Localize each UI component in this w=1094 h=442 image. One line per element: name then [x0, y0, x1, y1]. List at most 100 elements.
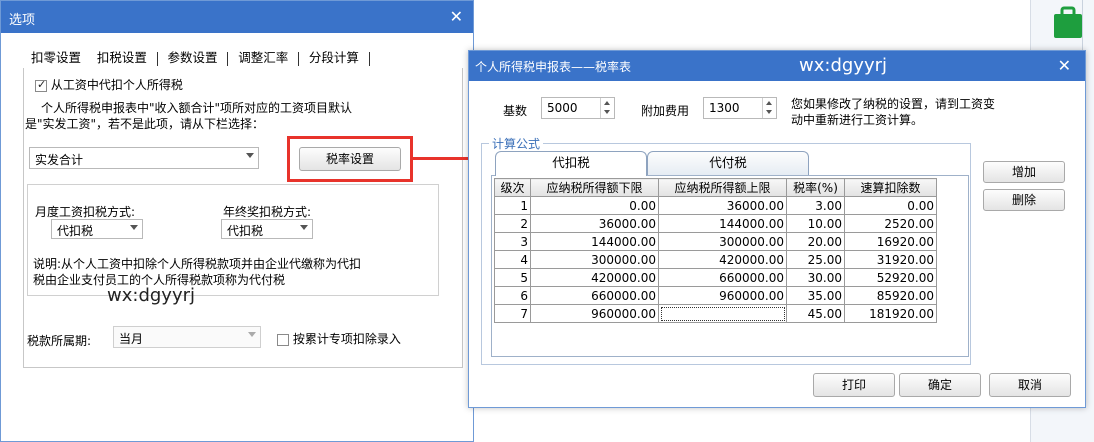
table-row[interactable]: 6 660000.00 960000.00 35.00 85920.00: [494, 286, 937, 305]
income-item-select[interactable]: 实发合计: [29, 147, 259, 169]
period-value: 当月: [119, 332, 144, 346]
monthly-method-select[interactable]: 代扣税: [51, 219, 143, 239]
table-cell[interactable]: 36000.00: [658, 196, 787, 215]
cumulative-row[interactable]: 按累计专项扣除录入: [277, 330, 401, 347]
watermark-text: wx:dgyyrj: [107, 285, 195, 306]
table-cell[interactable]: 45.00: [786, 304, 845, 323]
table-cell[interactable]: 36000.00: [530, 214, 659, 233]
delete-button[interactable]: 删除: [983, 189, 1065, 211]
table-cell[interactable]: 7: [494, 304, 531, 323]
period-label: 税款所属期:: [27, 334, 92, 348]
table-cell[interactable]: 660000.00: [530, 286, 659, 305]
hint-line-2: 动中重新进行工资计算。: [791, 113, 924, 127]
close-icon[interactable]: ✕: [1058, 56, 1071, 75]
tab-separator: [156, 51, 158, 66]
base-value: 5000: [547, 101, 578, 115]
hint-line-1: 您如果修改了纳税的设置，请到工资变: [791, 97, 996, 111]
close-icon[interactable]: ✕: [450, 7, 463, 26]
table-cell[interactable]: 2520.00: [844, 214, 937, 233]
table-cell[interactable]: 3.00: [786, 196, 845, 215]
dropdown-arrow-icon: [246, 153, 254, 158]
add-button[interactable]: 增加: [983, 161, 1065, 183]
table-cell[interactable]: 300000.00: [658, 232, 787, 251]
table-cell[interactable]: 3: [494, 232, 531, 251]
deduct-tax-checkbox[interactable]: [35, 78, 47, 92]
table-cell[interactable]: 420000.00: [658, 250, 787, 269]
tab-paid-tax[interactable]: 代付税: [647, 151, 809, 175]
base-input[interactable]: 5000: [541, 97, 615, 119]
period-select[interactable]: 当月: [113, 326, 261, 348]
col-upper-limit[interactable]: 应纳税所得额上限: [658, 178, 787, 197]
table-cell[interactable]: 20.00: [786, 232, 845, 251]
table-cell[interactable]: 16920.00: [844, 232, 937, 251]
col-tax-rate[interactable]: 税率(%): [786, 178, 845, 197]
table-cell[interactable]: 4: [494, 250, 531, 269]
rate-table: 级次 应纳税所得额下限 应纳税所得额上限 税率(%) 速算扣除数 1 0.00 36…: [494, 178, 937, 323]
note-line-1: 个人所得税申报表中"收入额合计"项所对应的工资项目默认: [41, 101, 353, 115]
col-level[interactable]: 级次: [494, 178, 531, 197]
table-cell[interactable]: 10.00: [786, 214, 845, 233]
table-row[interactable]: 7 960000.00 45.00 181920.00: [494, 304, 937, 323]
income-item-value: 实发合计: [35, 153, 84, 167]
table-cell[interactable]: 960000.00: [658, 286, 787, 305]
table-cell[interactable]: 30.00: [786, 268, 845, 287]
highlight-box: [287, 136, 413, 182]
table-cell[interactable]: 300000.00: [530, 250, 659, 269]
table-cell[interactable]: 6: [494, 286, 531, 305]
table-cell[interactable]: 420000.00: [530, 268, 659, 287]
cancel-button[interactable]: 取消: [989, 373, 1071, 397]
options-dialog: 选项 ✕ 扣零设置 扣税设置 参数设置 调整汇率 分段计算 从工资中代扣个人所得…: [0, 0, 474, 442]
extra-cost-label: 附加费用: [641, 104, 690, 118]
tab-exchange-rate[interactable]: 调整汇率: [232, 47, 294, 69]
table-cell[interactable]: 181920.00: [844, 304, 937, 323]
col-quick-deduction[interactable]: 速算扣除数: [844, 178, 937, 197]
table-cell[interactable]: 52920.00: [844, 268, 937, 287]
cumulative-checkbox[interactable]: [277, 333, 289, 346]
table-cell[interactable]: 144000.00: [658, 214, 787, 233]
col-lower-limit[interactable]: 应纳税所得额下限: [530, 178, 659, 197]
table-row[interactable]: 4 300000.00 420000.00 25.00 31920.00: [494, 250, 937, 269]
dropdown-arrow-icon: [248, 332, 256, 337]
table-row[interactable]: 1 0.00 36000.00 3.00 0.00: [494, 196, 937, 215]
tab-tax[interactable]: 扣税设置: [91, 47, 153, 69]
table-cell[interactable]: 144000.00: [530, 232, 659, 251]
annual-method-select[interactable]: 代扣税: [221, 219, 313, 239]
table-cell[interactable]: 960000.00: [530, 304, 659, 323]
dropdown-arrow-icon: [130, 225, 138, 230]
dropdown-arrow-icon: [300, 225, 308, 230]
deduct-tax-row[interactable]: 从工资中代扣个人所得税: [35, 76, 183, 93]
monthly-method-value: 代扣税: [57, 224, 94, 238]
table-cell[interactable]: [658, 304, 787, 323]
tab-separator: [227, 51, 229, 66]
watermark-text: wx:dgyyrj: [799, 55, 887, 76]
cumulative-label: 按累计专项扣除录入: [292, 332, 401, 346]
briefcase-icon[interactable]: [1052, 6, 1084, 40]
table-cell[interactable]: 5: [494, 268, 531, 287]
note-line-2: 是"实发工资"，若不是此项，请从下栏选择：: [25, 117, 265, 131]
ok-button[interactable]: 确定: [899, 373, 981, 397]
table-cell[interactable]: 660000.00: [658, 268, 787, 287]
table-cell[interactable]: 2: [494, 214, 531, 233]
deduct-tax-label: 从工资中代扣个人所得税: [50, 78, 183, 92]
table-row[interactable]: 3 144000.00 300000.00 20.00 16920.00: [494, 232, 937, 251]
print-button[interactable]: 打印: [813, 373, 895, 397]
table-cell[interactable]: 1: [494, 196, 531, 215]
spinner-arrows-icon[interactable]: [762, 98, 776, 118]
table-cell[interactable]: 0.00: [530, 196, 659, 215]
table-header-row: 级次 应纳税所得额下限 应纳税所得额上限 税率(%) 速算扣除数: [494, 178, 937, 197]
spinner-arrows-icon[interactable]: [600, 98, 614, 118]
table-cell[interactable]: 0.00: [844, 196, 937, 215]
tab-segment-calc[interactable]: 分段计算: [303, 47, 365, 69]
extra-cost-input[interactable]: 1300: [703, 97, 777, 119]
tab-withhold-tax[interactable]: 代扣税: [495, 151, 647, 176]
table-cell[interactable]: 31920.00: [844, 250, 937, 269]
tab-rounding[interactable]: 扣零设置: [25, 47, 87, 69]
tab-parameters[interactable]: 参数设置: [162, 47, 224, 69]
table-row[interactable]: 5 420000.00 660000.00 30.00 52920.00: [494, 268, 937, 287]
table-cell[interactable]: 35.00: [786, 286, 845, 305]
table-row[interactable]: 2 36000.00 144000.00 10.00 2520.00: [494, 214, 937, 233]
table-cell[interactable]: 25.00: [786, 250, 845, 269]
explain-line-1: 说明:从个人工资中扣除个人所得税款项并由企业代缴称为代扣: [33, 257, 362, 271]
table-cell[interactable]: 85920.00: [844, 286, 937, 305]
tax-rate-dialog: 个人所得税申报表——税率表 wx:dgyyrj ✕ 基数 5000 附加费用 1…: [468, 50, 1086, 408]
